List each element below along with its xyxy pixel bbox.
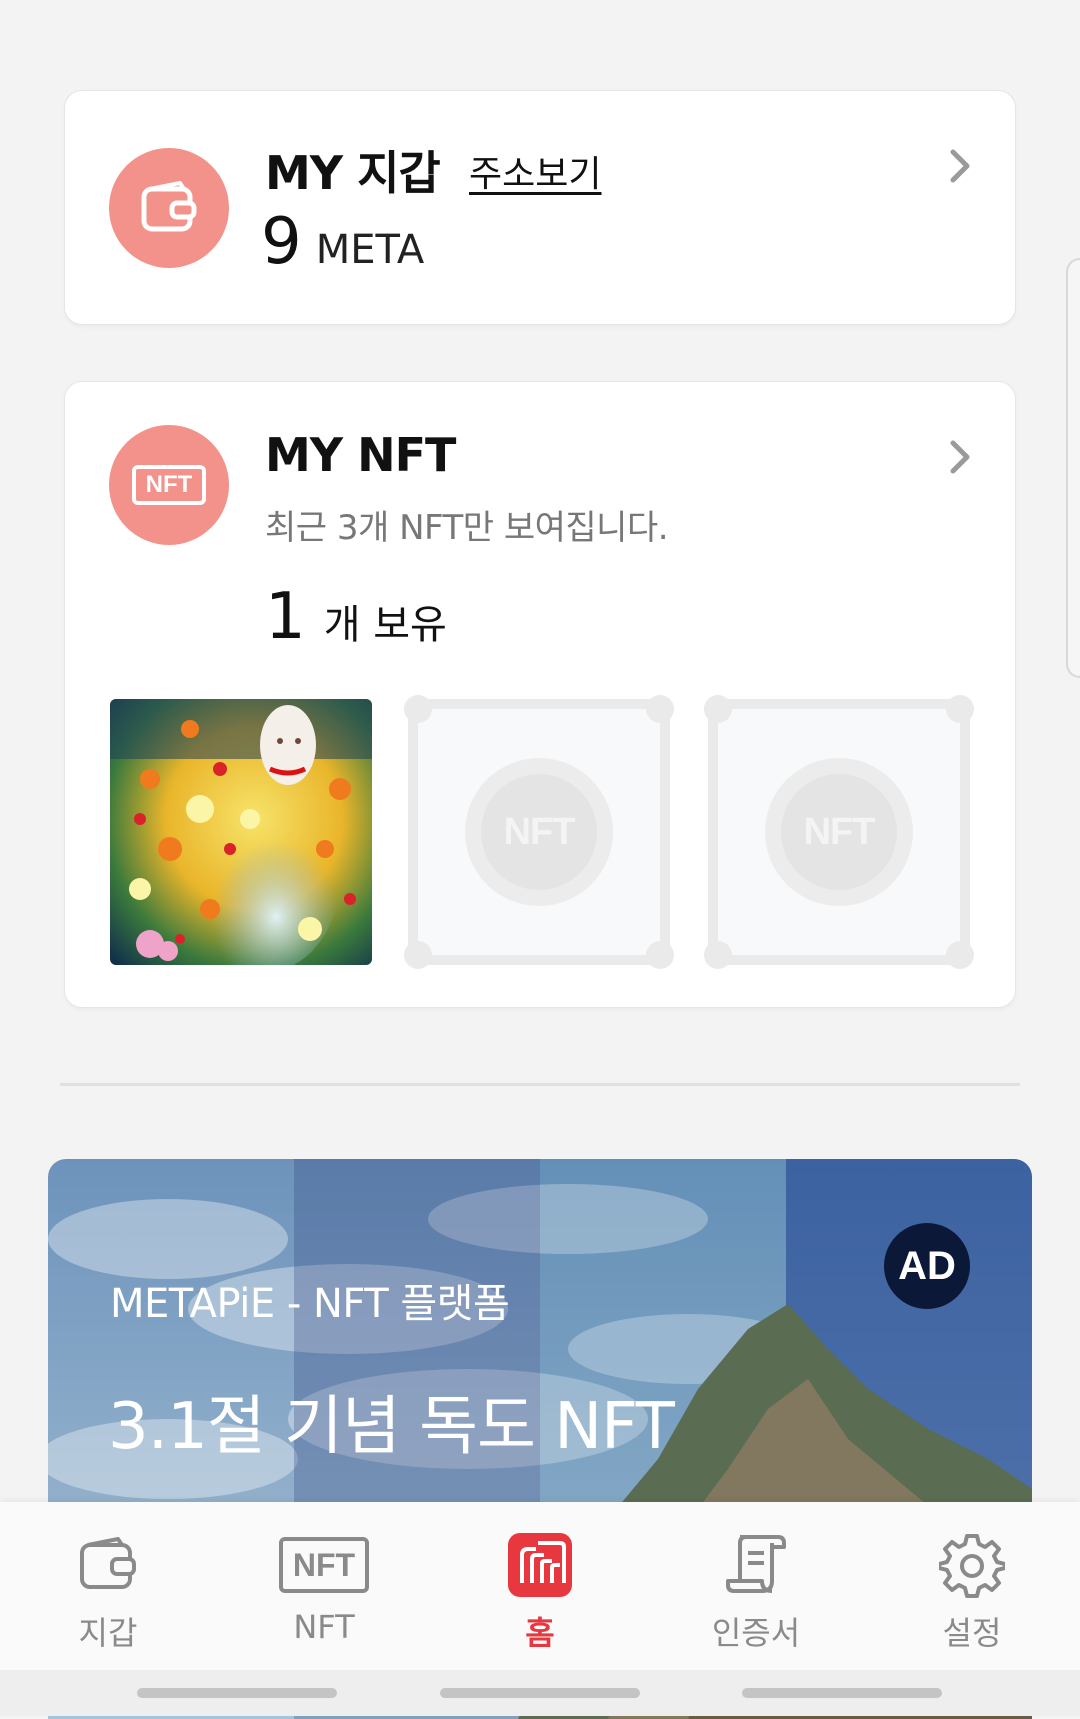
nav-item-home[interactable]: 홈 <box>470 1530 610 1660</box>
nav-label-certificate: 인증서 <box>711 1614 801 1652</box>
gesture-handle[interactable] <box>440 1688 640 1698</box>
nft-badge-icon: NFT <box>109 425 229 545</box>
banner-title: 3.1절 기념 독도 NFT <box>108 1390 675 1464</box>
nft-badge-label: NFT <box>131 465 207 505</box>
banner-kicker: METAPiE - NFT 플랫폼 <box>110 1281 510 1327</box>
placeholder-label: NFT <box>481 774 597 890</box>
gesture-handle[interactable] <box>742 1688 942 1698</box>
nft-icon: NFT <box>278 1537 370 1593</box>
bottom-navigation: 지갑 NFT NFT 홈 인증서 설정 <box>0 1502 1080 1670</box>
nav-label-settings: 설정 <box>942 1614 1002 1652</box>
nav-label-wallet: 지갑 <box>78 1614 138 1652</box>
wallet-balance: 9 META <box>261 205 424 279</box>
nav-label-nft: NFT <box>293 1608 355 1646</box>
wallet-icon <box>80 1537 136 1589</box>
nft-subtitle: 최근 3개 NFT만 보여집니다. <box>265 508 669 548</box>
nft-placeholder-icon: NFT <box>465 758 613 906</box>
chevron-right-icon[interactable] <box>945 437 975 477</box>
nav-item-wallet[interactable]: 지갑 <box>38 1530 178 1660</box>
nft-placeholder-icon: NFT <box>765 758 913 906</box>
ad-badge: AD <box>884 1223 970 1309</box>
home-logo-icon <box>508 1533 572 1597</box>
nav-label-home: 홈 <box>525 1614 555 1652</box>
nft-thumbnail-placeholder[interactable]: NFT <box>704 695 974 969</box>
gesture-handle[interactable] <box>137 1688 337 1698</box>
nft-thumbnail-artwork[interactable] <box>110 699 372 965</box>
balance-value: 9 <box>261 205 302 279</box>
certificate-icon <box>726 1535 786 1593</box>
wallet-title: MY 지갑 <box>265 146 441 200</box>
owned-count-value: 1 <box>265 580 306 654</box>
gear-icon <box>939 1534 1005 1598</box>
placeholder-label: NFT <box>781 774 897 890</box>
nft-thumbnail-placeholder[interactable]: NFT <box>404 695 674 969</box>
view-address-link[interactable]: 주소보기 <box>469 145 601 197</box>
chevron-right-icon[interactable] <box>945 146 975 186</box>
balance-unit: META <box>315 227 425 273</box>
wallet-icon <box>109 148 229 268</box>
nft-owned-count: 1 개 보유 <box>265 580 447 654</box>
owned-count-unit: 개 보유 <box>323 602 447 648</box>
system-gesture-bar <box>0 1670 1080 1716</box>
nav-item-certificate[interactable]: 인증서 <box>686 1530 826 1660</box>
nav-item-settings[interactable]: 설정 <box>902 1530 1042 1660</box>
wallet-card[interactable]: MY 지갑 주소보기 9 META <box>64 90 1016 325</box>
edge-panel-handle[interactable] <box>1066 258 1080 678</box>
section-divider <box>60 1083 1020 1086</box>
nft-card[interactable]: NFT MY NFT 최근 3개 NFT만 보여집니다. 1 개 보유 NFT … <box>64 381 1016 1008</box>
nft-title: MY NFT <box>265 428 456 482</box>
nav-item-nft[interactable]: NFT NFT <box>254 1530 394 1660</box>
